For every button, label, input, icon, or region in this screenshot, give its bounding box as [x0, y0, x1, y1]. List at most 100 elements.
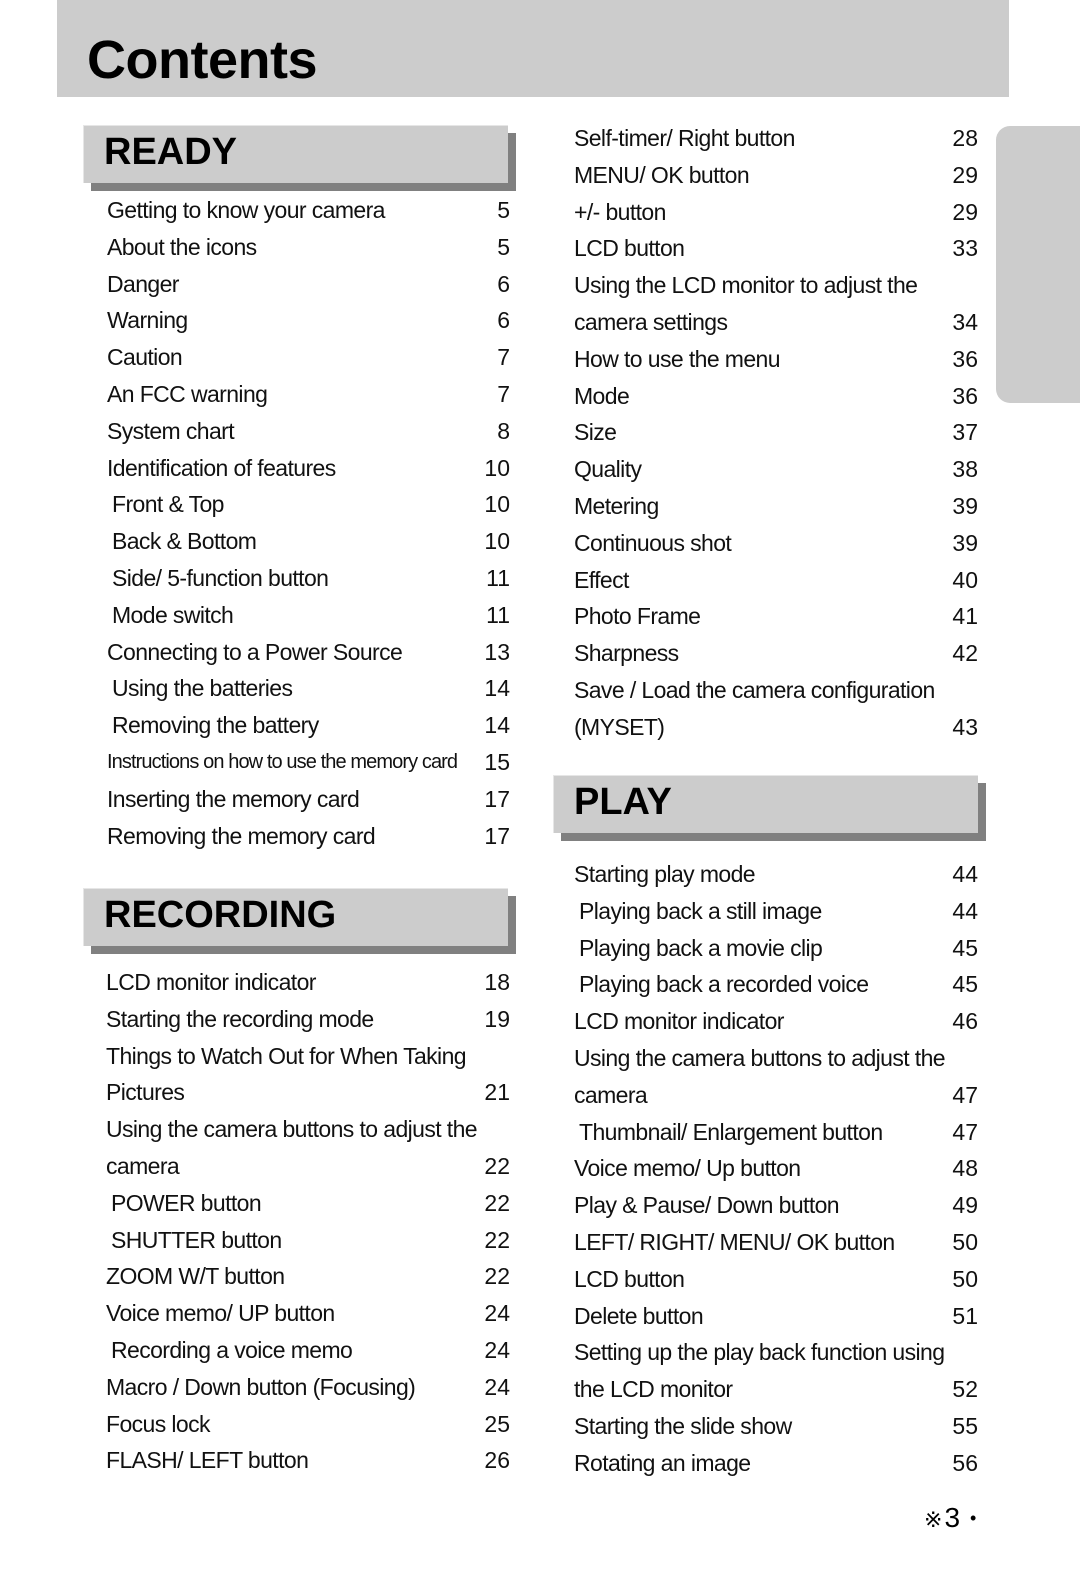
toc-entry[interactable]: Self-timer/ Right button 28 [574, 120, 978, 157]
toc-entry[interactable]: Starting the recording mode 19 [106, 1001, 510, 1038]
toc-entry[interactable]: Pictures 21 [106, 1074, 510, 1111]
toc-entry[interactable]: camera settings 34 [574, 304, 978, 341]
toc-entry-page: 51 [952, 1302, 978, 1329]
toc-entry[interactable]: How to use the menu 36 [574, 341, 978, 378]
toc-entry[interactable]: An FCC warning 7 [107, 376, 510, 413]
toc-entry[interactable]: Using the camera buttons to adjust the [574, 1040, 978, 1077]
toc-entry[interactable]: the LCD monitor 52 [574, 1371, 978, 1408]
toc-entry-title: Self-timer/ Right button [574, 125, 795, 151]
toc-entry[interactable]: POWER button 22 [106, 1185, 510, 1222]
toc-entry-page: 26 [484, 1447, 510, 1474]
toc-entry-page: 8 [497, 417, 510, 444]
toc-entry[interactable]: Caution 7 [107, 339, 510, 376]
toc-entry-page: 36 [952, 345, 978, 372]
toc-entry-title: Using the batteries [112, 675, 293, 702]
toc-entry[interactable]: Save / Load the camera configuration [574, 672, 978, 709]
toc-entry-title: Starting play mode [574, 861, 756, 887]
toc-entry-page: 43 [952, 713, 978, 740]
toc-entry[interactable]: Effect 40 [574, 562, 978, 599]
toc-entry[interactable]: Using the LCD monitor to adjust the [574, 267, 978, 304]
toc-entry[interactable]: System chart 8 [107, 413, 510, 450]
toc-entry[interactable]: LCD monitor indicator 18 [106, 964, 510, 1001]
toc-entry[interactable]: Play & Pause/ Down button 49 [574, 1187, 978, 1224]
toc-entry-page: 5 [497, 233, 510, 260]
toc-entry[interactable]: Removing the battery 14 [107, 707, 510, 744]
toc-entry[interactable]: About the icons 5 [107, 229, 510, 266]
toc-entry[interactable]: Macro / Down button (Focusing) 24 [106, 1369, 510, 1406]
toc-entry[interactable]: Metering 39 [574, 488, 978, 525]
toc-entry[interactable]: Inserting the memory card 17 [107, 781, 510, 818]
toc-entry[interactable]: Using the batteries 14 [107, 670, 510, 707]
toc-entry[interactable]: LCD monitor indicator 46 [574, 1003, 978, 1040]
toc-entry-title: Caution [107, 344, 183, 371]
toc-entry[interactable]: LCD button 50 [574, 1261, 978, 1298]
toc-entry[interactable]: Playing back a recorded voice 45 [574, 966, 978, 1003]
toc-entry[interactable]: Side/ 5-function button 11 [107, 560, 510, 597]
toc-entry[interactable]: LEFT/ RIGHT/ MENU/ OK button 50 [574, 1224, 978, 1261]
toc-entry[interactable]: Things to Watch Out for When Taking [106, 1038, 510, 1075]
toc-entry-title: camera [574, 1081, 648, 1108]
toc-entry[interactable]: Sharpness 42 [574, 635, 978, 672]
toc-entry-page: 47 [952, 1118, 978, 1145]
toc-entry[interactable]: Instructions on how to use the memory ca… [107, 744, 510, 781]
toc-entry-page: 45 [952, 934, 978, 961]
toc-entry[interactable]: Starting play mode 44 [574, 856, 978, 893]
toc-entry[interactable]: ZOOM W/T button 22 [106, 1258, 510, 1295]
toc-entry[interactable]: FLASH/ LEFT button 26 [106, 1442, 510, 1479]
toc-entry[interactable]: +/- button 29 [574, 194, 978, 231]
page-number: 3 [944, 1502, 961, 1533]
toc-entry[interactable]: SHUTTER button 22 [106, 1222, 510, 1259]
toc-entry[interactable]: Back & Bottom 10 [107, 523, 510, 560]
toc-entry[interactable]: Playing back a movie clip 45 [574, 930, 978, 967]
toc-entry-title: Thumbnail/ Enlargement button [579, 1118, 883, 1145]
toc-entry-title: LCD monitor indicator [106, 969, 316, 995]
toc-entry[interactable]: camera 47 [574, 1077, 978, 1114]
toc-entry[interactable]: Voice memo/ UP button 24 [106, 1295, 510, 1332]
toc-entry[interactable]: Setting up the play back function using [574, 1334, 978, 1371]
toc-entry[interactable]: Focus lock 25 [106, 1406, 510, 1443]
toc-entry[interactable]: Mode switch 11 [107, 597, 510, 634]
toc-entry[interactable]: Delete button 51 [574, 1298, 978, 1335]
toc-entry[interactable]: Quality 38 [574, 451, 978, 488]
toc-entry-page: 39 [952, 529, 978, 556]
toc-list-recording: LCD monitor indicator 18 Starting the reco… [106, 964, 510, 1479]
toc-entry[interactable]: Playing back a still image 44 [574, 893, 978, 930]
toc-entry-title: LCD button [574, 1265, 685, 1292]
toc-entry[interactable]: Using the camera buttons to adjust the [106, 1111, 510, 1148]
toc-entry[interactable]: Starting the slide show 55 [574, 1408, 978, 1445]
toc-entry[interactable]: Recording a voice memo 24 [106, 1332, 510, 1369]
toc-entry-title: Recording a voice memo [111, 1336, 353, 1363]
toc-entry[interactable]: Rotating an image 56 [574, 1445, 978, 1482]
toc-entry[interactable]: LCD button 33 [574, 230, 978, 267]
toc-entry-page: 13 [484, 638, 510, 665]
toc-entry-title: LCD monitor indicator [574, 1008, 784, 1035]
toc-entry-title: Size [574, 419, 617, 446]
toc-entry-page: 19 [484, 1005, 510, 1032]
section-title-ready: READY [104, 131, 238, 173]
toc-entry[interactable]: Photo Frame 41 [574, 598, 978, 635]
toc-entry-page: 36 [952, 382, 978, 409]
toc-entry[interactable]: Continuous shot 39 [574, 525, 978, 562]
toc-entry-page: 24 [484, 1373, 510, 1400]
toc-entry[interactable]: Danger 6 [107, 266, 510, 303]
toc-entry-page: 11 [486, 601, 510, 628]
toc-entry[interactable]: Identification of features 10 [107, 450, 510, 487]
toc-entry[interactable]: Connecting to a Power Source 13 [107, 634, 510, 671]
toc-entry[interactable]: Size 37 [574, 414, 978, 451]
section-title-recording: RECORDING [104, 894, 337, 936]
toc-entry[interactable]: Warning 6 [107, 302, 510, 339]
toc-entry-title: About the icons [107, 233, 257, 260]
toc-entry-title: MENU/ OK button [574, 161, 750, 188]
toc-entry[interactable]: Mode 36 [574, 378, 978, 415]
toc-entry[interactable]: (MYSET) 43 [574, 709, 978, 746]
toc-entry-title: Metering [574, 492, 659, 519]
toc-entry[interactable]: Voice memo/ Up button 48 [574, 1150, 978, 1187]
toc-entry[interactable]: Front & Top 10 [107, 486, 510, 523]
toc-entry[interactable]: Thumbnail/ Enlargement button 47 [574, 1114, 978, 1151]
toc-entry[interactable]: MENU/ OK button 29 [574, 157, 978, 194]
toc-entry[interactable]: Removing the memory card 17 [107, 818, 510, 855]
toc-entry-page: 42 [952, 640, 978, 667]
toc-entry-page: 40 [952, 566, 978, 593]
toc-entry[interactable]: camera 22 [106, 1148, 510, 1185]
toc-entry[interactable]: Getting to know your camera 5 [107, 192, 510, 229]
